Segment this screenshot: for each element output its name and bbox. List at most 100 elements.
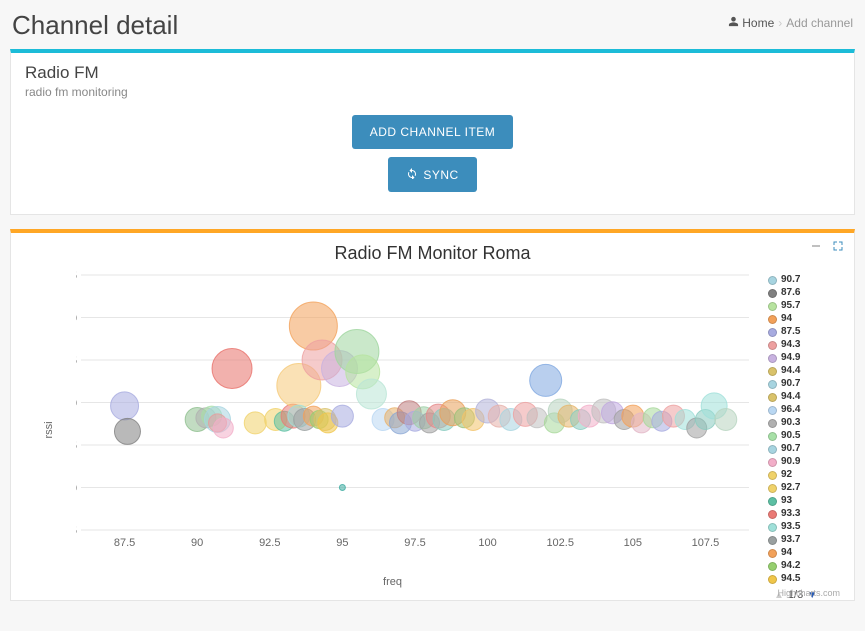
legend-item[interactable]: 87.5 (768, 326, 842, 338)
legend-item[interactable]: 92.7 (768, 482, 842, 494)
legend-label: 95.7 (781, 300, 800, 312)
refresh-icon (406, 167, 418, 182)
svg-text:87.5: 87.5 (114, 537, 135, 549)
legend-label: 94.5 (781, 573, 800, 585)
legend-item[interactable]: 90.3 (768, 417, 842, 429)
legend-item[interactable]: 95.7 (768, 300, 842, 312)
user-icon (728, 16, 739, 30)
legend-item[interactable]: 94.9 (768, 352, 842, 364)
bubble-point[interactable] (527, 408, 547, 428)
channel-title: Radio FM (25, 63, 840, 83)
legend-swatch (768, 523, 777, 532)
legend-label: 96.4 (781, 404, 800, 416)
legend-swatch (768, 562, 777, 571)
legend-label: 90.5 (781, 430, 800, 442)
legend-swatch (768, 497, 777, 506)
bubble-point[interactable] (715, 409, 737, 431)
legend-label: 93 (781, 495, 792, 507)
breadcrumb-current: Add channel (786, 16, 853, 30)
svg-text:125: 125 (76, 270, 77, 282)
legend-swatch (768, 341, 777, 350)
legend-item[interactable]: 92 (768, 469, 842, 481)
bubble-point[interactable] (339, 485, 345, 491)
legend-swatch (768, 289, 777, 298)
bubble-point[interactable] (244, 412, 266, 434)
legend-item[interactable]: 93.7 (768, 534, 842, 546)
legend-label: 90.7 (781, 378, 800, 390)
add-channel-item-button[interactable]: ADD CHANNEL ITEM (352, 115, 514, 149)
add-channel-item-label: ADD CHANNEL ITEM (370, 125, 496, 139)
breadcrumb-home-link[interactable]: Home (728, 16, 774, 30)
legend-item[interactable]: 93.3 (768, 508, 842, 520)
legend-item[interactable]: 90.5 (768, 430, 842, 442)
legend-swatch (768, 380, 777, 389)
legend-swatch (768, 302, 777, 311)
legend-item[interactable]: 94 (768, 313, 842, 325)
legend-swatch (768, 406, 777, 415)
legend-label: 93.5 (781, 521, 800, 533)
legend-label: 87.6 (781, 287, 800, 299)
legend-swatch (768, 484, 777, 493)
legend-item[interactable]: 90.9 (768, 456, 842, 468)
legend-label: 94.2 (781, 560, 800, 572)
svg-text:102.5: 102.5 (546, 537, 574, 549)
legend-item[interactable]: 94.2 (768, 560, 842, 572)
legend-label: 94.9 (781, 352, 800, 364)
legend-swatch (768, 575, 777, 584)
legend-item[interactable]: 93.5 (768, 521, 842, 533)
breadcrumb: Home › Add channel (728, 10, 853, 30)
chart-credits[interactable]: Highcharts.com (777, 588, 840, 598)
svg-text:90: 90 (191, 537, 203, 549)
legend-label: 94.4 (781, 365, 800, 377)
bubble-point[interactable] (212, 349, 252, 389)
legend-item[interactable]: 94 (768, 547, 842, 559)
bubble-point[interactable] (356, 379, 386, 409)
legend-swatch (768, 367, 777, 376)
legend-label: 90.7 (781, 274, 800, 286)
sync-button[interactable]: SYNC (388, 157, 476, 192)
legend-item[interactable]: 90.7 (768, 274, 842, 286)
legend-label: 94 (781, 313, 792, 325)
page-title: Channel detail (12, 10, 178, 41)
svg-text:100: 100 (76, 313, 77, 325)
breadcrumb-separator: › (778, 16, 782, 30)
legend-swatch (768, 328, 777, 337)
svg-text:100: 100 (478, 537, 496, 549)
legend-label: 92 (781, 469, 792, 481)
svg-text:95: 95 (336, 537, 348, 549)
legend-item[interactable]: 90.7 (768, 443, 842, 455)
chart-legend: 90.787.695.79487.594.394.994.490.794.496… (764, 270, 844, 590)
legend-item[interactable]: 87.6 (768, 287, 842, 299)
bubble-point[interactable] (331, 405, 353, 427)
bubble-point[interactable] (114, 418, 140, 444)
legend-swatch (768, 315, 777, 324)
legend-label: 90.9 (781, 456, 800, 468)
legend-swatch (768, 445, 777, 454)
legend-swatch (768, 536, 777, 545)
legend-swatch (768, 510, 777, 519)
x-axis-label: freq (383, 576, 402, 588)
legend-label: 93.3 (781, 508, 800, 520)
bubble-point[interactable] (213, 418, 233, 438)
svg-text:25: 25 (76, 440, 77, 452)
legend-swatch (768, 549, 777, 558)
chart-panel: Radio FM Monitor Roma rssi freq -2502550… (10, 229, 855, 601)
chart-title: Radio FM Monitor Roma (21, 243, 844, 264)
legend-item[interactable]: 94.4 (768, 391, 842, 403)
legend-item[interactable]: 94.3 (768, 339, 842, 351)
svg-text:92.5: 92.5 (259, 537, 280, 549)
svg-text:105: 105 (624, 537, 642, 549)
bubble-point[interactable] (111, 392, 139, 420)
y-axis-label: rssi (43, 421, 55, 438)
chart-plot-area: rssi freq -25025507510012587.59092.59597… (21, 270, 764, 590)
legend-swatch (768, 432, 777, 441)
legend-item[interactable]: 90.7 (768, 378, 842, 390)
legend-item[interactable]: 96.4 (768, 404, 842, 416)
legend-item[interactable]: 93 (768, 495, 842, 507)
svg-text:50: 50 (76, 398, 77, 410)
legend-item[interactable]: 94.5 (768, 573, 842, 585)
legend-swatch (768, 354, 777, 363)
bubble-point[interactable] (530, 364, 562, 396)
legend-item[interactable]: 94.4 (768, 365, 842, 377)
breadcrumb-home-label: Home (742, 16, 774, 30)
